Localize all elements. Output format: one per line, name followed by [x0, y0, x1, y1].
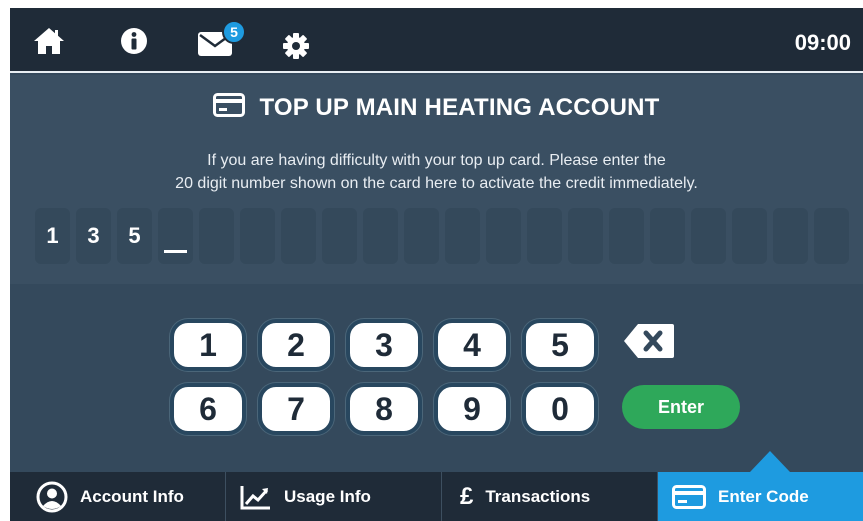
code-digit-box — [322, 208, 357, 264]
clock: 09:00 — [794, 30, 851, 55]
home-icon[interactable] — [32, 26, 66, 56]
info-icon[interactable] — [120, 27, 148, 55]
key-4[interactable]: 4 — [434, 319, 510, 371]
key-7[interactable]: 7 — [258, 383, 334, 435]
code-digit-box — [199, 208, 234, 264]
top-up-panel: TOP UP MAIN HEATING ACCOUNT If you are h… — [10, 75, 863, 284]
pound-icon: £ — [460, 482, 474, 510]
code-digit-box — [814, 208, 849, 264]
code-digit-box — [281, 208, 316, 264]
code-digit-box — [240, 208, 275, 264]
code-digit-box — [486, 208, 521, 264]
user-icon — [36, 481, 68, 513]
card-icon — [672, 484, 706, 509]
key-0[interactable]: 0 — [522, 383, 598, 435]
code-digit-box — [691, 208, 726, 264]
nav-transactions[interactable]: £ Transactions — [442, 472, 658, 521]
instructions-line-1: If you are having difficulty with your t… — [207, 152, 666, 169]
code-digit-box — [527, 208, 562, 264]
gear-icon[interactable] — [282, 32, 310, 60]
nav-enter-code-label: Enter Code — [718, 486, 809, 506]
code-digit-box — [404, 208, 439, 264]
code-digit-box: 3 — [76, 208, 111, 264]
bottom-nav: Account Info Usage Info £ Transactions E… — [10, 472, 863, 521]
instructions: If you are having difficulty with your t… — [10, 149, 863, 195]
page-title: TOP UP MAIN HEATING ACCOUNT — [259, 93, 660, 121]
code-digit-box — [732, 208, 767, 264]
nav-enter-code[interactable]: Enter Code — [658, 472, 863, 521]
panel-header: TOP UP MAIN HEATING ACCOUNT — [10, 93, 863, 122]
nav-usage-info[interactable]: Usage Info — [226, 472, 442, 521]
code-digit-box — [773, 208, 808, 264]
key-5[interactable]: 5 — [522, 319, 598, 371]
key-9[interactable]: 9 — [434, 383, 510, 435]
key-2[interactable]: 2 — [258, 319, 334, 371]
device-screen: 5 09:00 TOP UP MAIN HEATING ACCOUNT If y… — [10, 8, 863, 521]
backspace-icon[interactable] — [622, 322, 676, 365]
code-digit-box — [568, 208, 603, 264]
nav-account-info[interactable]: Account Info — [10, 472, 226, 521]
key-6[interactable]: 6 — [170, 383, 246, 435]
card-icon — [213, 93, 246, 122]
nav-account-info-label: Account Info — [80, 486, 184, 506]
top-bar: 5 09:00 — [10, 8, 863, 73]
code-digit-box — [445, 208, 480, 264]
active-tab-pointer — [750, 451, 790, 472]
code-digit-box — [363, 208, 398, 264]
keypad: 1 2 3 4 5 6 7 8 9 0 Enter — [10, 284, 863, 472]
code-digit-box — [158, 208, 193, 264]
code-digit-box — [609, 208, 644, 264]
nav-usage-info-label: Usage Info — [284, 486, 371, 506]
instructions-line-2: 20 digit number shown on the card here t… — [175, 175, 698, 192]
mail-count-badge: 5 — [222, 20, 246, 44]
code-digit-box: 1 — [35, 208, 70, 264]
code-digit-box — [650, 208, 685, 264]
nav-transactions-label: Transactions — [485, 486, 591, 506]
code-entry-field[interactable]: 135 — [35, 208, 849, 264]
chart-icon — [240, 484, 272, 510]
code-digit-box: 5 — [117, 208, 152, 264]
key-1[interactable]: 1 — [170, 319, 246, 371]
enter-button[interactable]: Enter — [622, 385, 740, 429]
key-8[interactable]: 8 — [346, 383, 422, 435]
key-3[interactable]: 3 — [346, 319, 422, 371]
